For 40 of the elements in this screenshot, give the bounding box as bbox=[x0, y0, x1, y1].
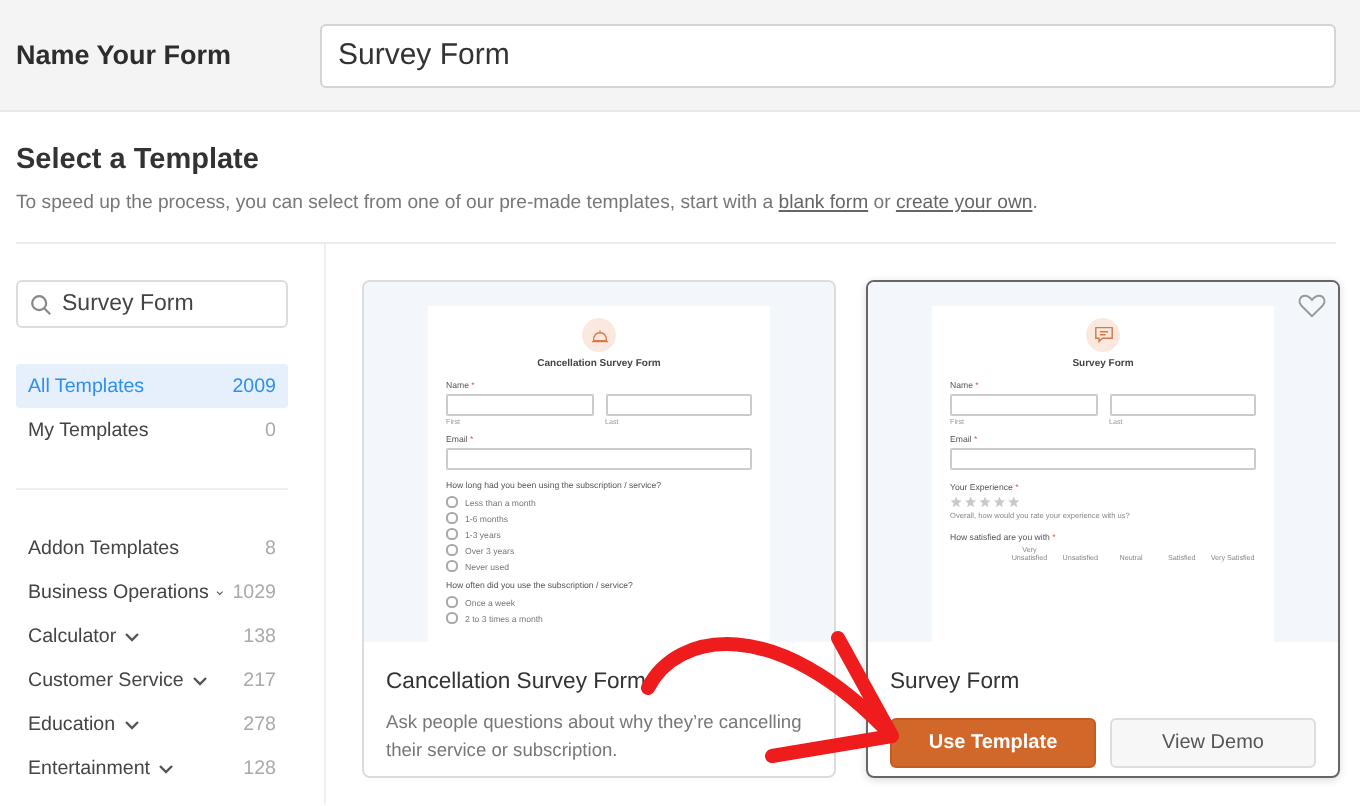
form-name-field[interactable]: Survey Form bbox=[320, 23, 1336, 87]
category-label: Addon Templates bbox=[28, 537, 180, 559]
category-count: 2009 bbox=[232, 375, 276, 397]
category-item[interactable]: Addon Templates 8 bbox=[16, 526, 288, 570]
category-label: Education bbox=[28, 713, 116, 735]
bell-icon bbox=[589, 327, 609, 343]
category-label: Calculator bbox=[28, 625, 117, 647]
category-count: 8 bbox=[265, 537, 276, 559]
chat-icon bbox=[1093, 326, 1113, 344]
category-item[interactable]: Education 278 bbox=[16, 702, 288, 746]
category-item[interactable]: My Templates 0 bbox=[16, 408, 288, 452]
category-count: 138 bbox=[243, 625, 276, 647]
section-title: Select a Template bbox=[16, 144, 261, 176]
create-your-own-link[interactable]: create your own bbox=[895, 192, 1033, 214]
category-label: Entertainment bbox=[28, 757, 150, 779]
category-count: 217 bbox=[243, 669, 276, 691]
category-item[interactable]: Business Operations 1029 bbox=[16, 570, 288, 614]
heart-icon[interactable] bbox=[1298, 294, 1326, 318]
category-label: My Templates bbox=[28, 419, 149, 441]
category-label: Business Operations bbox=[28, 581, 209, 603]
search-icon bbox=[30, 293, 52, 315]
category-item[interactable]: Customer Service 217 bbox=[16, 658, 288, 702]
category-count: 278 bbox=[243, 713, 276, 735]
template-card[interactable] bbox=[866, 280, 1340, 778]
category-item[interactable]: Calculator 138 bbox=[16, 614, 288, 658]
category-count: 128 bbox=[243, 757, 276, 779]
view-demo-button[interactable]: View Demo bbox=[1110, 718, 1316, 768]
category-label: All Templates bbox=[28, 375, 145, 397]
category-count: 1029 bbox=[232, 581, 276, 603]
template-description: Ask people questions about why they’re cancelling their service or subscription. bbox=[386, 710, 804, 764]
use-template-button[interactable]: Use Template bbox=[890, 718, 1096, 768]
category-label: Customer Service bbox=[28, 669, 184, 691]
template-title: Survey Form bbox=[890, 670, 1022, 694]
category-count: 0 bbox=[265, 419, 276, 441]
category-item[interactable]: Entertainment 128 bbox=[16, 746, 288, 790]
blank-form-link[interactable]: blank form bbox=[778, 192, 869, 214]
form-name-label: Name Your Form bbox=[16, 40, 234, 70]
template-title: Cancellation Survey Form bbox=[386, 670, 648, 694]
search-field[interactable]: Survey Form bbox=[16, 280, 288, 328]
section-description: To speed up the process, you can select from one of our pre-made templates, start with a blank form or create your own. bbox=[16, 192, 1040, 214]
